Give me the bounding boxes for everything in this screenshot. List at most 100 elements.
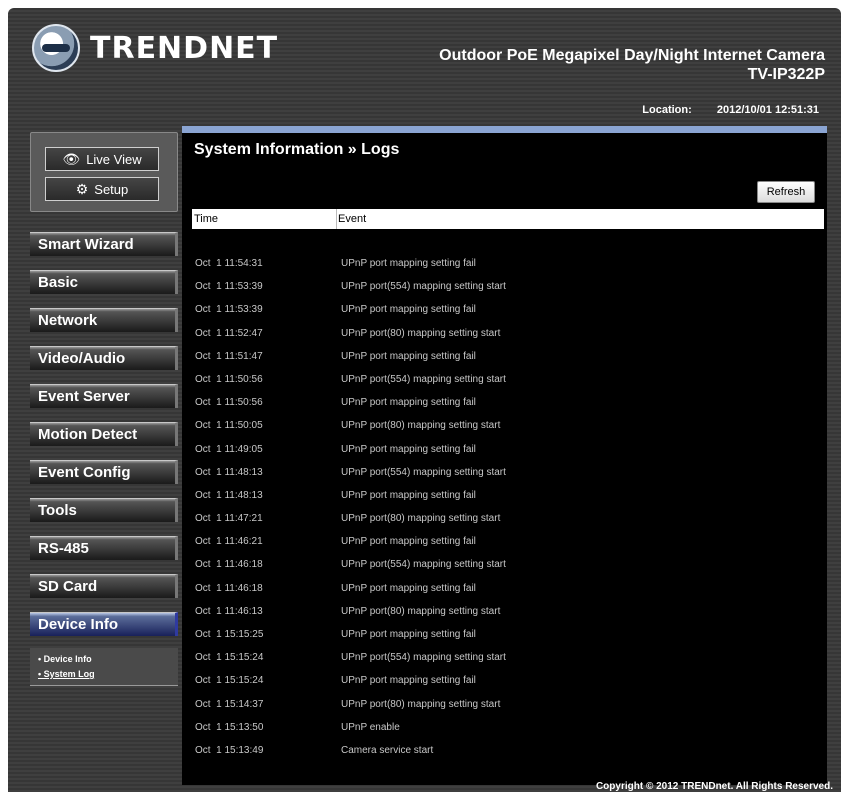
log-time: Oct 1 11:46:13 — [195, 605, 263, 617]
log-event: UPnP port mapping setting fail — [341, 304, 476, 316]
log-time: Oct 1 11:48:13 — [195, 466, 263, 478]
table-row: Oct 1 11:46:18 UPnP port(554) mapping set… — [192, 554, 824, 577]
brand-name: TRENDNET — [90, 30, 279, 66]
log-event: UPnP port(554) mapping setting start — [341, 652, 506, 664]
header: TRENDNET Outdoor PoE Megapixel Day/Night… — [8, 8, 841, 100]
log-time: Oct 1 11:47:21 — [195, 513, 263, 525]
page-title: System Information » Logs — [194, 141, 400, 158]
log-event: UPnP port mapping setting fail — [341, 258, 476, 269]
log-event: UPnP port mapping setting fail — [341, 536, 476, 548]
log-time: Oct 1 15:15:25 — [195, 629, 264, 640]
log-time: Oct 1 11:46:21 — [195, 536, 263, 548]
table-row: Oct 1 11:46:21 UPnP port mapping setting … — [192, 531, 824, 554]
table-row: Oct 1 15:14:37 UPnP port(80) mapping sett… — [192, 694, 824, 717]
log-time: Oct 1 15:13:49 — [195, 744, 264, 756]
log-time: Oct 1 11:46:18 — [195, 559, 263, 571]
table-row: Oct 1 11:54:31 UPnP port mapping setting … — [192, 253, 824, 276]
log-time: Oct 1 11:50:56 — [195, 397, 263, 409]
submenu-item-system-log[interactable]: • System Log — [30, 667, 178, 682]
product-title-block: Outdoor PoE Megapixel Day/Night Internet… — [439, 46, 825, 84]
sidebar-item-network[interactable]: Network — [30, 308, 178, 332]
sidebar-menu: Smart Wizard Basic Network Video/Audio E… — [30, 232, 178, 650]
log-event: UPnP port(554) mapping setting start — [341, 559, 506, 571]
log-event: UPnP port(554) mapping setting start — [341, 373, 506, 385]
table-row: Oct 1 11:48:13 UPnP port(554) mapping set… — [192, 462, 824, 485]
table-row: Oct 1 11:53:39 UPnP port(554) mapping set… — [192, 276, 824, 299]
product-model: TV-IP322P — [747, 66, 825, 83]
table-row: Oct 1 11:46:13 UPnP port(80) mapping sett… — [192, 601, 824, 624]
live-view-label: Live View — [86, 151, 142, 167]
log-time: Oct 1 11:52:47 — [195, 327, 263, 339]
log-event: UPnP port(80) mapping setting start — [341, 513, 501, 525]
trendnet-logo: TRENDNET — [32, 24, 278, 72]
log-table-body: Oct 1 11:54:31 UPnP port mapping setting … — [192, 253, 824, 763]
log-event: Camera service start — [341, 744, 434, 756]
sidebar-item-device-info[interactable]: Device Info — [30, 612, 178, 636]
log-event: UPnP port mapping setting fail — [341, 350, 476, 362]
sidebar-item-event-server[interactable]: Event Server — [30, 384, 178, 408]
table-row: Oct 1 15:15:25 UPnP port mapping setting … — [192, 624, 824, 647]
table-row: Oct 1 15:13:50 UPnP enable — [192, 717, 824, 740]
sidebar-item-video-audio[interactable]: Video/Audio — [30, 346, 178, 370]
main-panel: System Information » Logs Refresh Time E… — [182, 126, 827, 785]
datetime-value: 2012/10/01 12:51:31 — [716, 104, 819, 116]
log-time: Oct 1 11:53:39 — [195, 281, 263, 293]
log-time: Oct 1 15:14:37 — [195, 698, 264, 710]
sidebar-item-smart-wizard[interactable]: Smart Wizard — [30, 232, 178, 256]
log-time: Oct 1 11:50:56 — [195, 373, 263, 385]
setup-button[interactable]: ⚙ Setup — [45, 177, 159, 201]
gear-icon: ⚙ — [75, 180, 89, 197]
table-row: Oct 1 11:50:05 UPnP port(80) mapping sett… — [192, 415, 824, 438]
log-event: UPnP port(80) mapping setting start — [341, 605, 501, 617]
log-time: Oct 1 15:15:24 — [195, 675, 264, 687]
sidebar-item-tools[interactable]: Tools — [30, 498, 178, 522]
product-title: Outdoor PoE Megapixel Day/Night Internet… — [439, 47, 825, 64]
table-row: Oct 1 15:13:49 Camera service start — [192, 740, 824, 763]
log-time: Oct 1 11:49:05 — [195, 443, 263, 455]
eye-icon: 👁 — [62, 150, 81, 167]
log-table-header: Time Event — [192, 209, 824, 229]
log-event: UPnP port mapping setting fail — [341, 675, 476, 687]
log-event: UPnP port mapping setting fail — [341, 582, 476, 594]
copyright-footer: Copyright © 2012 TRENDnet. All Rights Re… — [595, 781, 833, 792]
refresh-button[interactable]: Refresh — [757, 181, 815, 203]
log-event: UPnP port(554) mapping setting start — [341, 281, 506, 293]
table-row: Oct 1 11:49:05 UPnP port mapping setting … — [192, 439, 824, 462]
live-view-button[interactable]: 👁 Live View — [45, 147, 159, 171]
status-bar: Location: 2012/10/01 12:51:31 — [8, 100, 841, 126]
log-time: Oct 1 11:50:05 — [195, 420, 263, 432]
log-event: UPnP enable — [341, 721, 400, 733]
sidebar-item-event-config[interactable]: Event Config — [30, 460, 178, 484]
table-row: Oct 1 11:46:18 UPnP port mapping setting … — [192, 578, 824, 601]
table-row: Oct 1 11:50:56 UPnP port mapping setting … — [192, 392, 824, 415]
table-row: Oct 1 11:48:13 UPnP port mapping setting … — [192, 485, 824, 508]
log-event: UPnP port(80) mapping setting start — [341, 698, 501, 710]
sidebar-item-motion-detect[interactable]: Motion Detect — [30, 422, 178, 446]
sidebar-item-basic[interactable]: Basic — [30, 270, 178, 294]
table-row: Oct 1 11:53:39 UPnP port mapping setting … — [192, 299, 824, 322]
device-info-submenu: • Device Info • System Log — [30, 648, 178, 686]
log-time: Oct 1 11:48:13 — [195, 489, 263, 501]
log-time: Oct 1 11:51:47 — [195, 350, 263, 362]
submenu-item-device-info[interactable]: • Device Info — [30, 652, 178, 667]
camera-web-ui: TRENDNET Outdoor PoE Megapixel Day/Night… — [8, 8, 841, 792]
setup-label: Setup — [94, 181, 129, 197]
table-row: Oct 1 15:15:24 UPnP port mapping setting … — [192, 670, 824, 693]
log-event: UPnP port mapping setting fail — [341, 629, 476, 640]
log-time: Oct 1 11:46:18 — [195, 582, 263, 594]
trendnet-logo-icon — [32, 24, 80, 72]
table-row: Oct 1 11:47:21 UPnP port(80) mapping sett… — [192, 508, 824, 531]
table-row: Oct 1 11:52:47 UPnP port(80) mapping sett… — [192, 323, 824, 346]
table-row: Oct 1 11:51:47 UPnP port mapping setting … — [192, 346, 824, 369]
log-event: UPnP port mapping setting fail — [341, 397, 476, 409]
view-mode-panel: 👁 Live View ⚙ Setup — [30, 132, 178, 212]
location-label: Location: — [642, 104, 692, 116]
log-event: UPnP port(80) mapping setting start — [341, 420, 501, 432]
sidebar-item-rs485[interactable]: RS-485 — [30, 536, 178, 560]
table-row: Oct 1 15:15:24 UPnP port(554) mapping set… — [192, 647, 824, 670]
sidebar-item-sd-card[interactable]: SD Card — [30, 574, 178, 598]
log-event: UPnP port(554) mapping setting start — [341, 466, 506, 478]
log-event: UPnP port mapping setting fail — [341, 443, 476, 455]
log-time: Oct 1 15:15:24 — [195, 652, 264, 664]
log-time: Oct 1 11:53:39 — [195, 304, 263, 316]
